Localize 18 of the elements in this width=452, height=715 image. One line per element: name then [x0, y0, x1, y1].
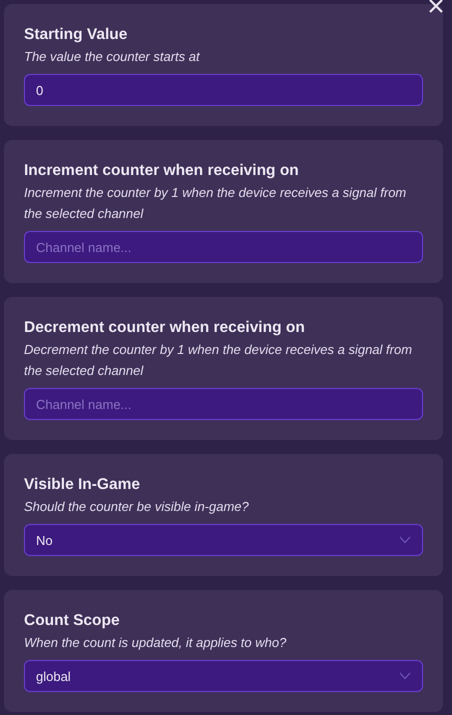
dropdown[interactable]: No [24, 524, 423, 556]
setting-title: Decrement counter when receiving on [24, 319, 306, 337]
setting-title: Starting Value [24, 26, 128, 44]
chevron-down-icon [399, 672, 411, 680]
close-icon[interactable] [428, 0, 444, 14]
setting-title: Visible In-Game [24, 476, 142, 494]
input-field[interactable]: 0 [24, 74, 423, 106]
setting-title: Count Scope [24, 612, 121, 630]
setting-description: When the count is updated, it applies to who? [24, 634, 288, 652]
input-field[interactable]: Channel name... [24, 231, 423, 263]
setting-description: Decrement the counter by 1 when the device receives a signal from the selected channel [24, 341, 414, 380]
setting-description: Increment the counter by 1 when the device receives a signal from the selected channel [24, 184, 408, 223]
dropdown[interactable]: global [24, 660, 423, 692]
setting-description: The value the counter starts at [24, 48, 201, 66]
setting-description: Should the counter be visible in-game? [24, 498, 250, 516]
input-field[interactable]: Channel name... [24, 388, 423, 420]
chevron-down-icon [399, 536, 411, 544]
setting-title: Increment counter when receiving on [24, 162, 300, 180]
